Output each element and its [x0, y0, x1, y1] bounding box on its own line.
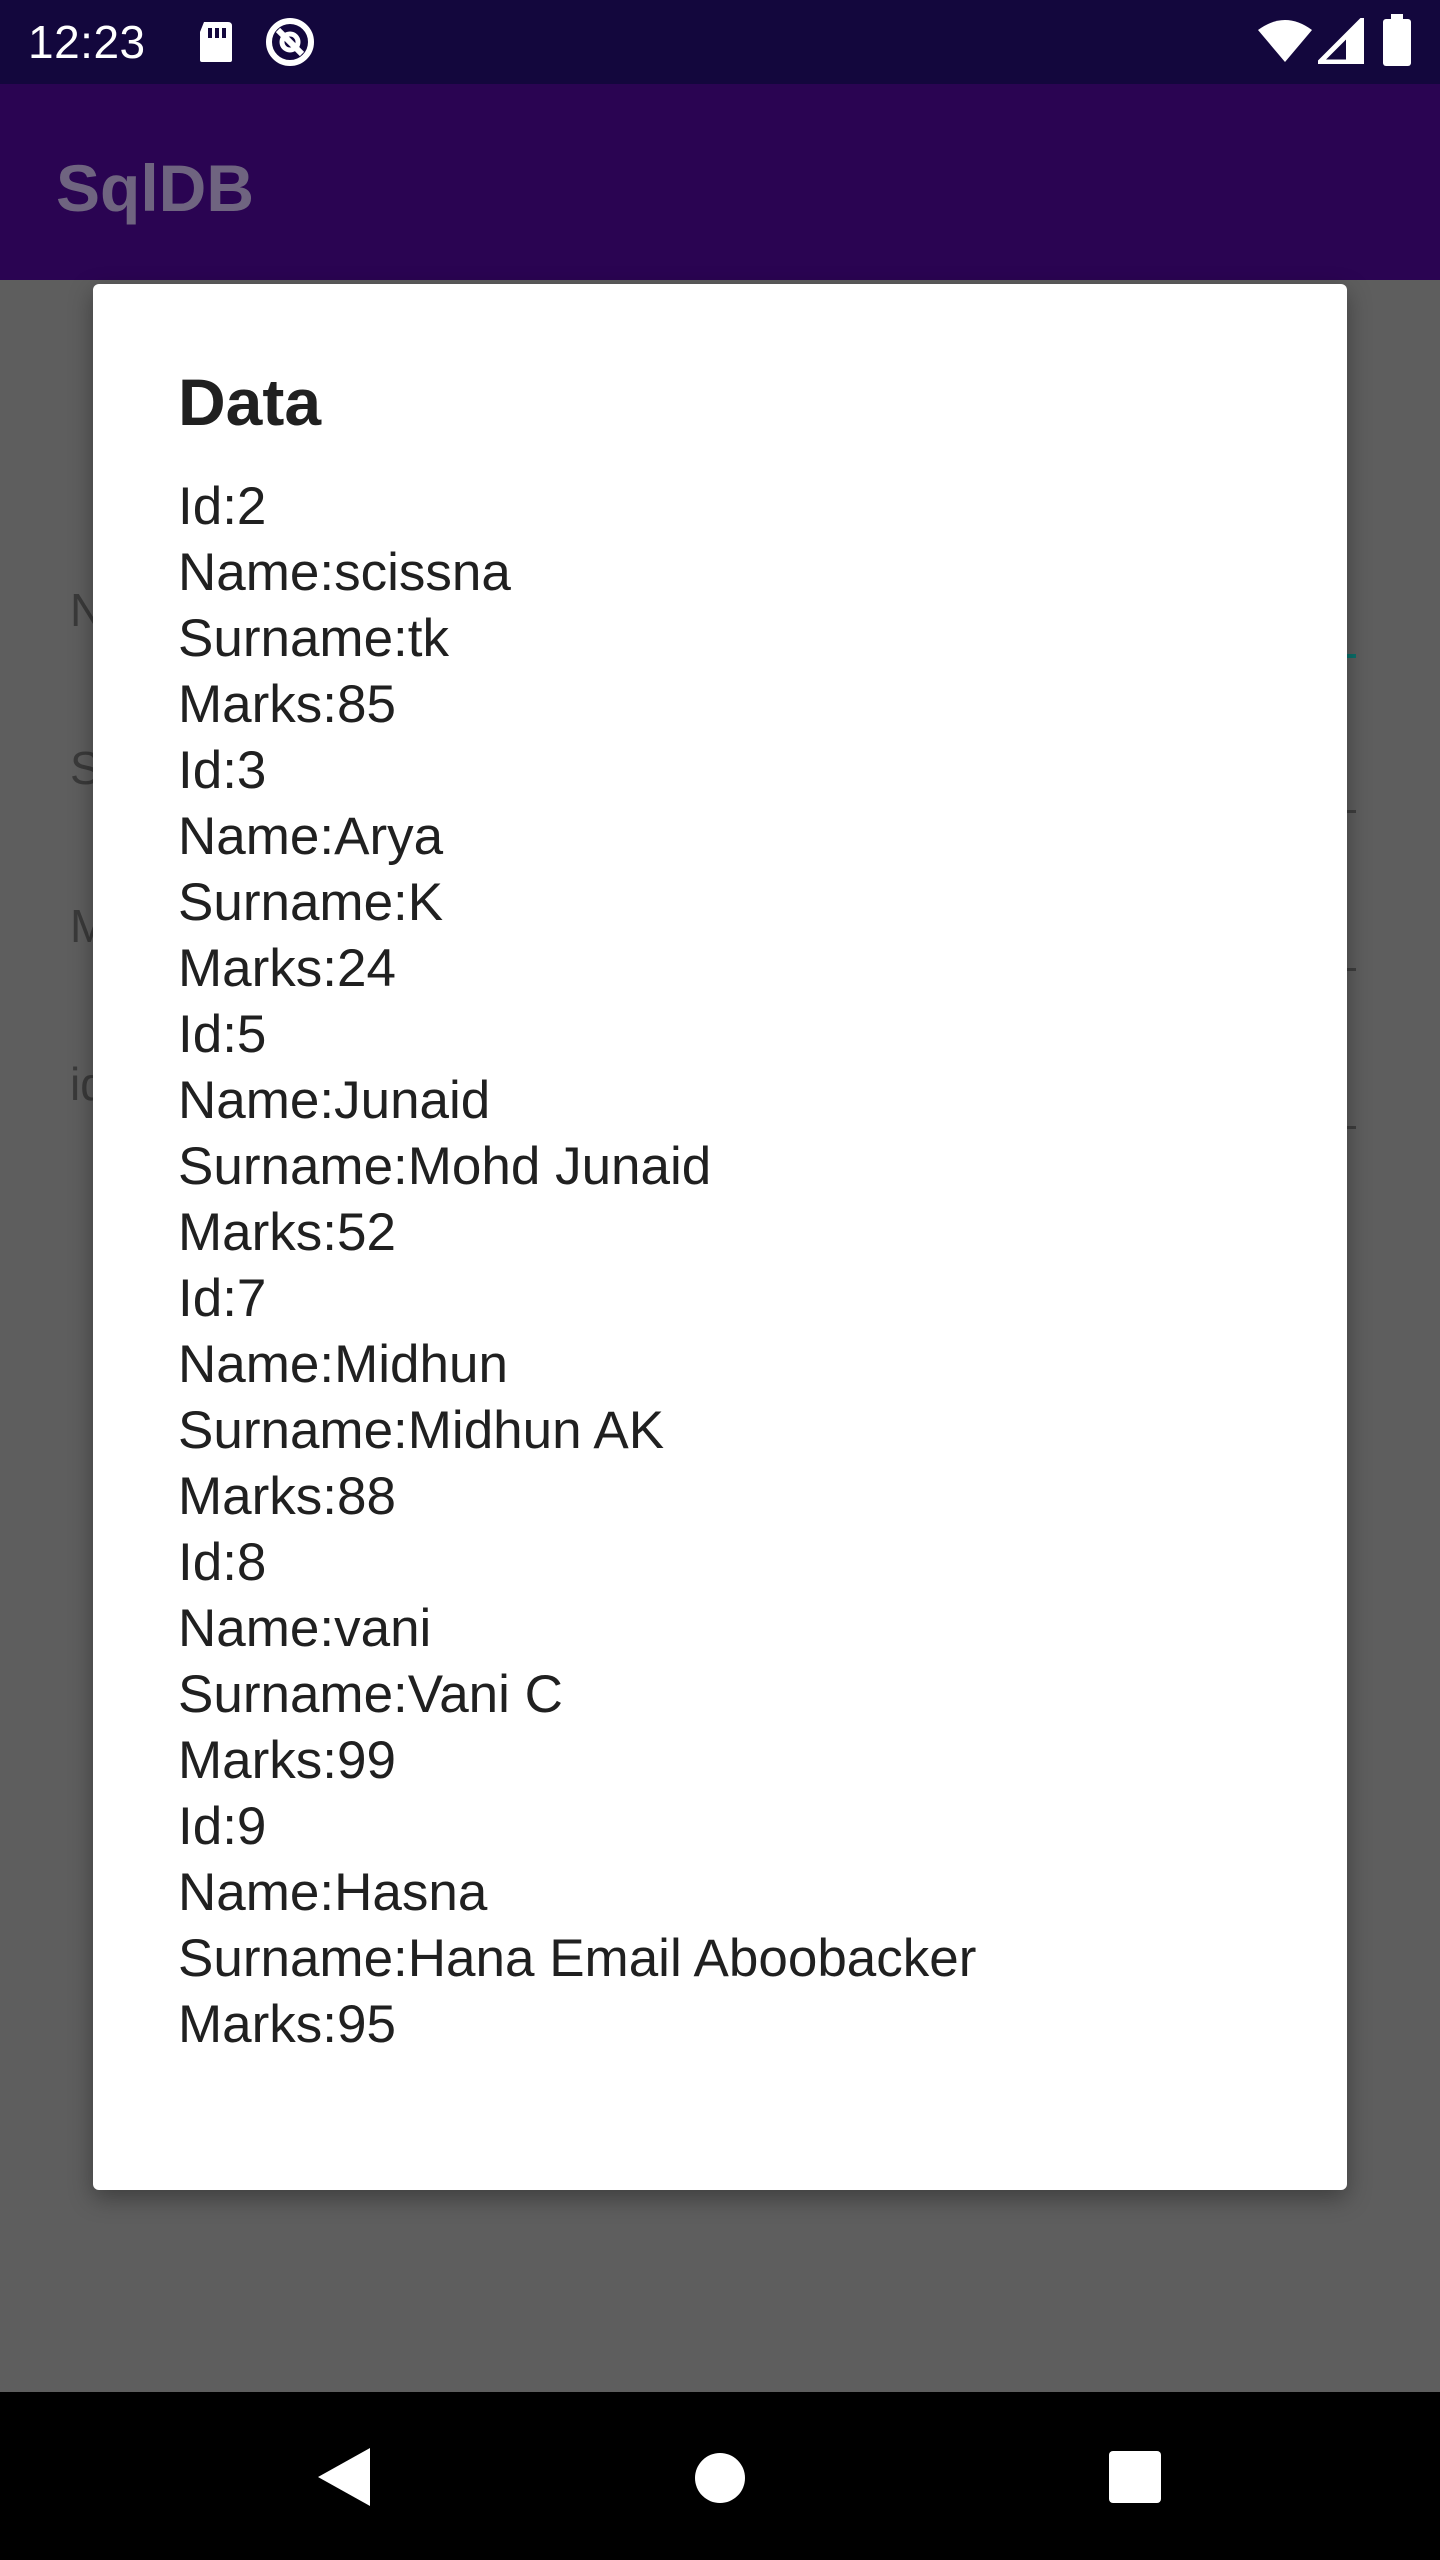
- data-dialog: Data Id:2 Name:scissna Surname:tk Marks:…: [93, 284, 1347, 2190]
- record-line: Marks:88: [178, 1467, 396, 1526]
- record-line: Surname:tk: [178, 609, 450, 668]
- record-line: Name:Arya: [178, 807, 444, 866]
- wifi-icon: [1258, 20, 1312, 62]
- recents-icon[interactable]: [1108, 2450, 1162, 2504]
- dialog-message: Id:2 Name:scissna Surname:tk Marks:85 Id…: [178, 474, 976, 2058]
- record-line: Marks:52: [178, 1203, 396, 1262]
- record-line: Surname:K: [178, 873, 444, 932]
- record-line: Marks:24: [178, 939, 396, 998]
- back-icon[interactable]: [316, 2446, 372, 2508]
- battery-icon: [1383, 14, 1411, 66]
- navigation-bar: [0, 2392, 1440, 2560]
- record-line: Name:Junaid: [178, 1071, 491, 1130]
- record-line: Id:9: [178, 1797, 267, 1856]
- dialog-title: Data: [178, 365, 322, 439]
- status-time: 12:23: [28, 16, 146, 68]
- record-line: Surname:Midhun AK: [178, 1401, 665, 1460]
- record-line: Surname:Mohd Junaid: [178, 1137, 712, 1196]
- record-line: Surname:Hana Email Aboobacker: [178, 1929, 977, 1988]
- signal-icon: [1318, 18, 1364, 64]
- record-line: Id:8: [178, 1533, 267, 1592]
- app-title: SqlDB: [56, 151, 254, 225]
- app-bar: SqlDB: [0, 84, 1440, 280]
- record-line: Name:scissna: [178, 543, 511, 602]
- record-line: Marks:99: [178, 1731, 396, 1790]
- data-saver-icon: [266, 18, 314, 66]
- record-line: Id:3: [178, 741, 267, 800]
- sd-card-icon: [200, 22, 232, 62]
- record-line: Id:7: [178, 1269, 267, 1328]
- record-line: Marks:95: [178, 1995, 396, 2054]
- record-line: Marks:85: [178, 675, 396, 734]
- record-line: Id:2: [178, 477, 267, 536]
- status-bar: 12:23: [0, 0, 1440, 84]
- record-line: Id:5: [178, 1005, 267, 1064]
- record-line: Name:vani: [178, 1599, 432, 1658]
- record-line: Name:Hasna: [178, 1863, 488, 1922]
- home-icon[interactable]: [694, 2452, 746, 2504]
- record-line: Name:Midhun: [178, 1335, 508, 1394]
- record-line: Surname:Vani C: [178, 1665, 563, 1724]
